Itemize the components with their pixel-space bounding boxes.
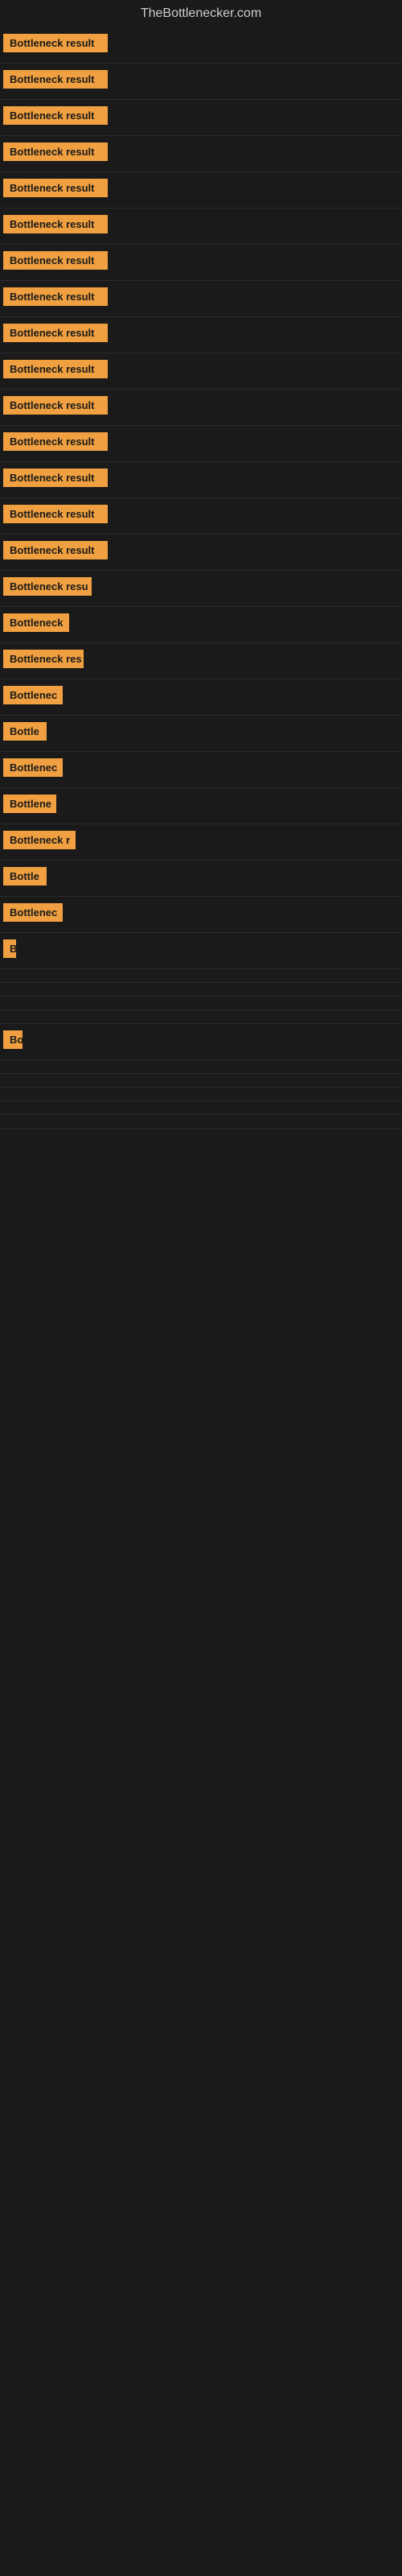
rows-container: Bottleneck result Bottleneck result Bottle…: [0, 27, 402, 1129]
list-item: [0, 1010, 402, 1024]
bottleneck-result-bar[interactable]: Bottle: [3, 867, 47, 886]
bottleneck-result-bar[interactable]: Bottleneck res: [3, 650, 84, 668]
bottleneck-result-bar[interactable]: Bottleneck result: [3, 505, 108, 523]
bottleneck-result-bar[interactable]: Bottleneck result: [3, 142, 108, 161]
list-item: Bo: [0, 1024, 402, 1060]
bottleneck-result-bar[interactable]: Bottleneck result: [3, 215, 108, 233]
bottleneck-result-bar[interactable]: Bottleneck r: [3, 831, 76, 849]
bottleneck-result-bar[interactable]: Bottleneck resu: [3, 577, 92, 596]
list-item: Bottleneck result: [0, 27, 402, 64]
bottleneck-result-bar[interactable]: Bottleneck result: [3, 469, 108, 487]
list-item: Bottleneck result: [0, 317, 402, 353]
bottleneck-result-bar[interactable]: Bottleneck result: [3, 179, 108, 197]
list-item: [0, 983, 402, 997]
site-title-text: TheBottlenecker.com: [141, 6, 261, 20]
list-item: Bottleneck result: [0, 498, 402, 535]
list-item: Bottleneck result: [0, 100, 402, 136]
list-item: Bottleneck resu: [0, 571, 402, 607]
list-item: Bottleneck result: [0, 281, 402, 317]
list-item: Bottlenec: [0, 679, 402, 716]
list-item: [0, 1101, 402, 1115]
bottleneck-result-bar[interactable]: Bottleneck result: [3, 541, 108, 559]
list-item: Bottleneck result: [0, 390, 402, 426]
list-item: Bottleneck result: [0, 426, 402, 462]
list-item: Bottleneck: [0, 607, 402, 643]
list-item: Bottleneck result: [0, 353, 402, 390]
list-item: Bottleneck r: [0, 824, 402, 861]
bottleneck-result-bar[interactable]: Bottleneck result: [3, 360, 108, 378]
bottleneck-result-bar[interactable]: B: [3, 939, 16, 958]
list-item: Bottleneck result: [0, 245, 402, 281]
list-item: Bottleneck result: [0, 172, 402, 208]
list-item: Bottle: [0, 716, 402, 752]
list-item: Bottleneck result: [0, 136, 402, 172]
bottleneck-result-bar[interactable]: Bottleneck result: [3, 251, 108, 270]
list-item: Bottleneck result: [0, 208, 402, 245]
bottleneck-result-bar[interactable]: Bo: [3, 1030, 23, 1049]
list-item: [0, 1115, 402, 1129]
bottleneck-result-bar[interactable]: Bottleneck result: [3, 70, 108, 89]
list-item: Bottlenec: [0, 897, 402, 933]
bottleneck-result-bar[interactable]: Bottlene: [3, 795, 56, 813]
list-item: [0, 1060, 402, 1074]
list-item: Bottleneck res: [0, 643, 402, 679]
bottleneck-result-bar[interactable]: Bottleneck result: [3, 34, 108, 52]
bottleneck-result-bar[interactable]: Bottleneck result: [3, 287, 108, 306]
list-item: [0, 997, 402, 1010]
list-item: [0, 969, 402, 983]
bottleneck-result-bar[interactable]: Bottlenec: [3, 686, 63, 704]
bottleneck-result-bar[interactable]: Bottleneck result: [3, 324, 108, 342]
bottleneck-result-bar[interactable]: Bottleneck: [3, 613, 69, 632]
bottleneck-result-bar[interactable]: Bottleneck result: [3, 106, 108, 125]
list-item: [0, 1088, 402, 1101]
list-item: Bottle: [0, 861, 402, 897]
list-item: Bottleneck result: [0, 535, 402, 571]
list-item: Bottlenec: [0, 752, 402, 788]
list-item: Bottlene: [0, 788, 402, 824]
bottleneck-result-bar[interactable]: Bottlenec: [3, 758, 63, 777]
list-item: Bottleneck result: [0, 64, 402, 100]
list-item: B: [0, 933, 402, 969]
bottleneck-result-bar[interactable]: Bottleneck result: [3, 432, 108, 451]
site-title: TheBottlenecker.com: [0, 0, 402, 27]
bottleneck-result-bar[interactable]: Bottle: [3, 722, 47, 741]
bottleneck-result-bar[interactable]: Bottleneck result: [3, 396, 108, 415]
bottleneck-result-bar[interactable]: Bottlenec: [3, 903, 63, 922]
list-item: Bottleneck result: [0, 462, 402, 498]
list-item: [0, 1074, 402, 1088]
